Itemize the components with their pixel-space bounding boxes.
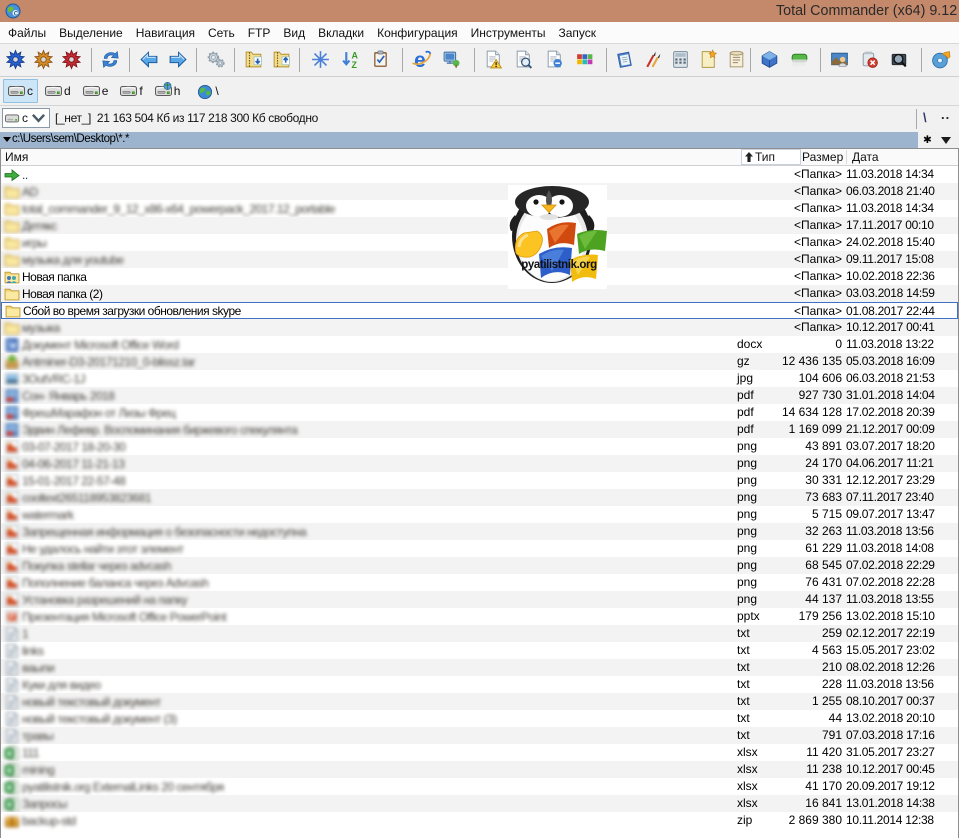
svg-text:e: e	[414, 49, 426, 70]
svg-text:C: C	[14, 12, 19, 18]
svg-text:pyatilistnik.org: pyatilistnik.org	[521, 259, 597, 271]
svg-text:Z: Z	[352, 60, 358, 70]
